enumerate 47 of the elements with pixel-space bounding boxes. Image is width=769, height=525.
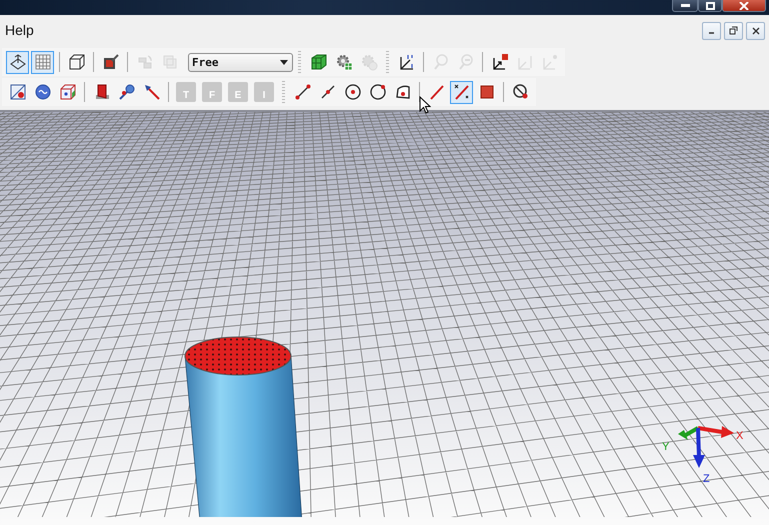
axis-label: Y (662, 441, 670, 453)
close-button[interactable] (722, 0, 766, 12)
close-button[interactable] (746, 22, 765, 40)
caret-icon (280, 60, 288, 64)
pin-icon (118, 83, 136, 101)
solid-cube-icon (310, 53, 328, 71)
restore-button[interactable] (724, 22, 743, 40)
menu-item[interactable]: Help (5, 22, 34, 38)
zoom-icon (432, 53, 450, 71)
square-icon (478, 83, 496, 101)
paint-frame-icon (102, 53, 120, 71)
sphere-icon (34, 83, 52, 101)
zoom-icon (456, 53, 474, 71)
line-icon (428, 83, 446, 101)
line-segment-icon (294, 83, 312, 101)
face-icon (394, 83, 412, 101)
close-icon (739, 2, 749, 10)
close-icon (752, 26, 760, 34)
maximize-button[interactable] (698, 0, 722, 12)
maximize-icon (706, 2, 714, 10)
tool-button[interactable] (450, 80, 473, 104)
dropdown-value: Free (192, 56, 218, 68)
axis-frame-icon (398, 53, 416, 71)
minimize-button[interactable] (672, 0, 698, 12)
line-icon (452, 83, 470, 101)
gear-grid-icon (334, 53, 352, 71)
circle-icon (368, 83, 386, 101)
circle-icon (344, 83, 362, 101)
copy-icon (160, 53, 178, 71)
restore-icon (729, 26, 738, 35)
gear-icon (360, 53, 378, 71)
cube-icon (68, 53, 86, 71)
split-plane-icon (8, 83, 26, 101)
pin-icon (142, 83, 160, 101)
workplane-icon (8, 53, 26, 71)
minimize-icon (680, 4, 690, 7)
rotate-icon (136, 53, 154, 71)
export-icon (516, 53, 534, 71)
export-icon (540, 53, 558, 71)
export-icon (490, 53, 508, 71)
prohibited-icon (512, 83, 530, 101)
mode-dropdown[interactable]: Free (188, 52, 293, 72)
axis-label: X (736, 430, 744, 442)
tool-button[interactable] (6, 50, 29, 74)
grid-icon (34, 53, 52, 71)
box-icon (58, 83, 76, 101)
cylinder-drawing[interactable] (184, 336, 302, 517)
